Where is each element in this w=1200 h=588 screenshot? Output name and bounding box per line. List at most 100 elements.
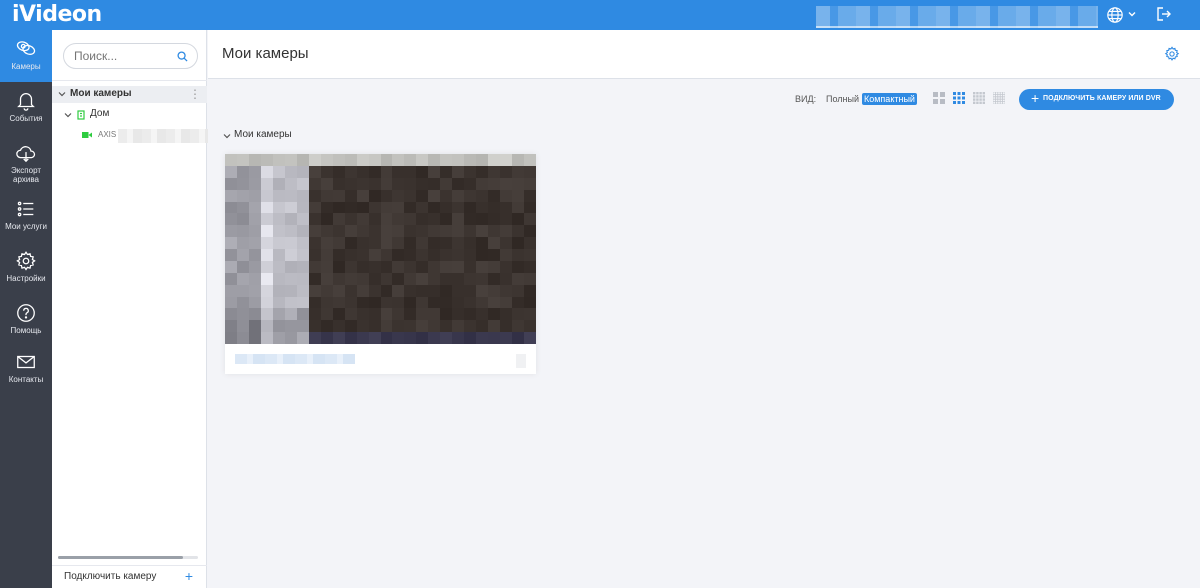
preview-pixel: [512, 189, 525, 202]
preview-pixel: [332, 308, 345, 321]
preview-pixel: [296, 249, 309, 261]
more-icon[interactable]: ⋮: [189, 88, 201, 100]
add-camera-or-dvr-button[interactable]: + ПОДКЛЮЧИТЬ КАМЕРУ ИЛИ DVR: [1019, 89, 1174, 110]
nav-settings[interactable]: Настройки: [0, 242, 52, 294]
preview-pixel: [500, 225, 513, 238]
camera-card[interactable]: [225, 154, 536, 374]
preview-pixel: [308, 189, 321, 202]
tree-camera-label: AXIS: [98, 130, 117, 139]
preview-pixel: [512, 308, 525, 321]
search-input[interactable]: [74, 49, 174, 63]
preview-pixel: [332, 189, 345, 202]
view-full-option[interactable]: Полный: [826, 94, 859, 104]
tree-scrollbar[interactable]: [58, 556, 198, 559]
preview-pixel: [500, 165, 513, 178]
preview-pixel: [512, 225, 525, 238]
preview-pixel: [344, 154, 357, 166]
view-compact-option[interactable]: Компактный: [862, 93, 917, 105]
preview-pixel: [248, 320, 261, 333]
preview-pixel: [428, 225, 441, 238]
camera-preview-image[interactable]: [225, 154, 536, 344]
preview-pixel: [248, 296, 261, 309]
preview-pixel: [452, 177, 465, 190]
preview-pixel: [512, 177, 525, 190]
preview-pixel: [284, 284, 297, 297]
chevron-down-icon[interactable]: [64, 111, 72, 119]
preview-pixel: [308, 213, 321, 226]
preview-pixel: [380, 260, 393, 273]
preview-pixel: [452, 260, 465, 273]
preview-pixel: [428, 213, 441, 226]
grid-3x3-icon[interactable]: [953, 92, 965, 104]
logo[interactable]: iVideon: [12, 2, 102, 27]
preview-pixel: [356, 213, 369, 226]
nav-export[interactable]: Экспорт архива: [0, 134, 52, 190]
preview-pixel: [308, 225, 321, 238]
preview-pixel: [356, 189, 369, 202]
preview-pixel: [440, 165, 453, 178]
scrollbar-thumb[interactable]: [58, 556, 183, 559]
preview-pixel: [464, 320, 477, 333]
preview-pixel: [476, 189, 489, 202]
chevron-down-icon[interactable]: [1127, 9, 1137, 19]
preview-pixel: [476, 237, 489, 250]
preview-pixel: [452, 225, 465, 238]
search-icon[interactable]: [177, 51, 188, 62]
grid-4x4-icon[interactable]: [973, 92, 985, 104]
preview-pixel: [260, 249, 273, 261]
preview-pixel: [356, 272, 369, 285]
preview-pixel: [476, 213, 489, 226]
nav-contacts[interactable]: Контакты: [0, 343, 52, 395]
preview-pixel: [392, 177, 405, 190]
preview-pixel: [524, 272, 536, 285]
preview-pixel: [488, 260, 501, 273]
preview-pixel: [260, 213, 273, 226]
chevron-down-icon[interactable]: [223, 132, 231, 140]
preview-pixel: [225, 272, 237, 285]
chevron-down-icon[interactable]: [58, 90, 66, 98]
preview-pixel: [440, 225, 453, 238]
preview-pixel: [464, 189, 477, 202]
tree-root-my-cameras[interactable]: Мои камеры ⋮: [52, 86, 207, 103]
preview-pixel: [320, 189, 333, 202]
preview-pixel: [476, 284, 489, 297]
search-box[interactable]: [63, 43, 198, 69]
nav-services[interactable]: Мои услуги: [0, 190, 52, 242]
preview-pixel: [248, 272, 261, 285]
preview-pixel: [404, 332, 417, 344]
preview-pixel: [272, 201, 285, 214]
grid-2x2-icon[interactable]: [933, 92, 945, 104]
preview-pixel: [225, 308, 237, 321]
preview-pixel: [225, 201, 237, 214]
preview-pixel: [260, 296, 273, 309]
preview-pixel: [452, 296, 465, 309]
preview-pixel: [296, 189, 309, 202]
preview-pixel: [272, 320, 285, 333]
preview-pixel: [512, 201, 525, 214]
nav-cameras[interactable]: Камеры: [0, 30, 52, 82]
preview-pixel: [380, 332, 393, 344]
preview-pixel: [380, 296, 393, 309]
grid-5x5-icon[interactable]: [993, 92, 1005, 104]
preview-pixel: [440, 272, 453, 285]
account-name[interactable]: [816, 6, 1098, 28]
preview-pixel: [452, 237, 465, 250]
nav-events[interactable]: События: [0, 82, 52, 134]
preview-pixel: [225, 260, 237, 273]
preview-pixel: [260, 272, 273, 285]
preview-pixel: [308, 296, 321, 309]
gear-icon[interactable]: [1164, 46, 1180, 62]
preview-pixel: [236, 154, 249, 166]
preview-pixel: [284, 296, 297, 309]
globe-icon[interactable]: [1106, 6, 1124, 24]
nav-help[interactable]: Помощь: [0, 294, 52, 346]
preview-pixel: [344, 332, 357, 344]
preview-pixel: [512, 284, 525, 297]
add-camera-footer[interactable]: Подключить камеру +: [52, 565, 207, 588]
logout-icon[interactable]: [1156, 6, 1172, 22]
preview-pixel: [440, 237, 453, 250]
preview-pixel: [344, 284, 357, 297]
plus-icon[interactable]: +: [185, 569, 193, 583]
preview-pixel: [368, 201, 381, 214]
preview-pixel: [272, 165, 285, 178]
